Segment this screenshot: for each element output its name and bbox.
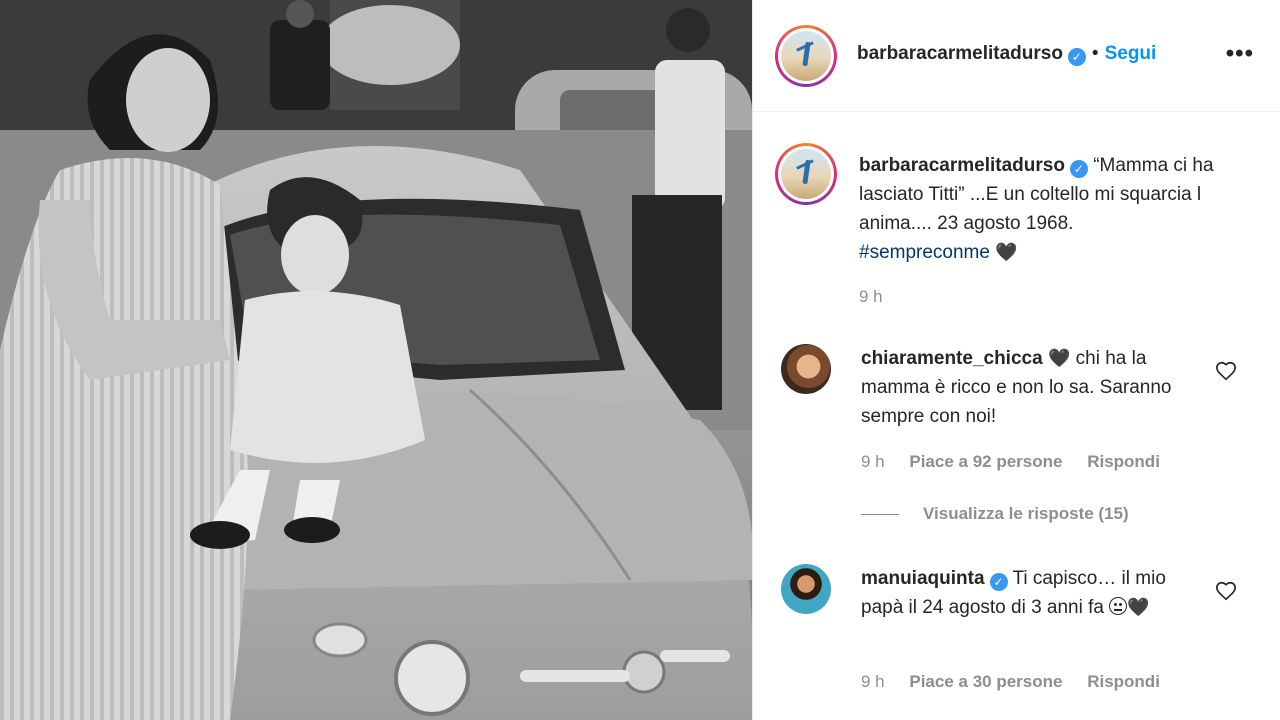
view-replies-button[interactable]: Visualizza le risposte (15) [861, 504, 1129, 524]
commenter-username[interactable]: manuiaquinta [861, 568, 985, 589]
commenter-avatar[interactable] [781, 344, 831, 394]
post-detail-panel: barbaracarmelitadurso ✓ • Segui ••• barbara… [752, 0, 1280, 720]
caption-hashtag[interactable]: #sempreconme [859, 242, 990, 263]
heart-outline-icon[interactable] [1215, 580, 1237, 602]
commenter-avatar[interactable] [781, 564, 831, 614]
comment-timestamp[interactable]: 9 h [861, 672, 885, 691]
black-heart-emoji: 🖤 [1047, 348, 1071, 368]
caption-avatar[interactable] [775, 143, 837, 205]
caption-username[interactable]: barbaracarmelitadurso [859, 155, 1065, 176]
follow-button[interactable]: Segui [1105, 43, 1157, 64]
more-options-icon[interactable]: ••• [1226, 42, 1254, 66]
author-avatar[interactable] [775, 25, 837, 87]
verified-badge-icon: ✓ [1067, 48, 1086, 66]
verified-badge-icon: ✓ [1069, 160, 1088, 178]
author-username[interactable]: barbaracarmelitadurso [857, 43, 1063, 64]
commenter-username[interactable]: chiaramente_chicca [861, 348, 1043, 369]
view-replies-label: Visualizza le risposte (15) [923, 504, 1129, 523]
separator-dot: • [1091, 43, 1099, 64]
post-photo[interactable] [0, 0, 752, 720]
comment-likes-count[interactable]: Piace a 92 persone [909, 452, 1062, 471]
comment-likes-count[interactable]: Piace a 30 persone [909, 672, 1062, 691]
replies-divider-line [861, 514, 899, 516]
black-heart-emoji: 🖤 [995, 242, 1018, 262]
black-heart-emoji: 🖤 [1127, 597, 1150, 617]
post-header: barbaracarmelitadurso ✓ • Segui ••• [753, 0, 1280, 112]
reply-button[interactable]: Rispondi [1087, 452, 1160, 471]
caption-timestamp[interactable]: 9 h [859, 287, 883, 307]
verified-badge-icon: ✓ [989, 573, 1008, 591]
sad-face-emoji [1109, 597, 1128, 615]
caption-text-block: barbaracarmelitadurso ✓ “Mamma ci ha lasc… [859, 151, 1251, 267]
reply-button[interactable]: Rispondi [1087, 672, 1160, 691]
comment-meta: 9 h Piace a 30 persone Rispondi [861, 672, 1180, 692]
comment-meta: 9 h Piace a 92 persone Rispondi [861, 452, 1180, 472]
heart-outline-icon[interactable] [1215, 360, 1237, 382]
comment-text-block: chiaramente_chicca 🖤 chi ha la mamma è r… [861, 344, 1181, 431]
comment-text-block: manuiaquinta ✓ Ti capisco… il mio papà il… [861, 564, 1181, 622]
author-info: barbaracarmelitadurso ✓ • Segui [857, 43, 1156, 66]
comment-timestamp[interactable]: 9 h [861, 452, 885, 471]
post-image [0, 0, 752, 720]
